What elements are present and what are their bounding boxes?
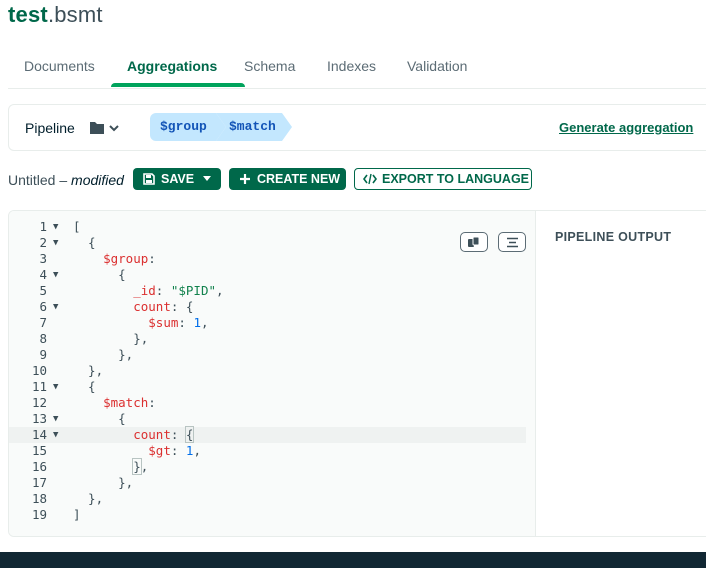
plus-icon xyxy=(240,174,250,184)
code-line: 7 $sum: 1, xyxy=(39,315,209,330)
namespace-database: test xyxy=(8,2,48,27)
tab-schema[interactable]: Schema xyxy=(244,58,295,87)
pipeline-text-editor[interactable]: 1 ▼[ 2 ▼ { 3 $group: 4 ▼ { 5 _id: "$PID", 6… xyxy=(9,211,536,536)
pipeline-label: Pipeline xyxy=(25,120,75,136)
status-footer xyxy=(0,552,706,568)
generate-aggregation-link[interactable]: Generate aggregation xyxy=(559,120,693,135)
code-line: 9 }, xyxy=(39,347,134,362)
namespace-collection: .bsmt xyxy=(47,2,103,27)
pipeline-name: Untitled – modified xyxy=(8,172,124,188)
code-line: 16 }, xyxy=(31,458,149,475)
code-line: 10 }, xyxy=(31,363,104,378)
code-line: 17 }, xyxy=(31,475,134,490)
tab-indexes[interactable]: Indexes xyxy=(327,58,376,87)
tab-documents[interactable]: Documents xyxy=(24,58,95,87)
pipeline-title: Untitled xyxy=(8,172,56,188)
code-icon xyxy=(363,173,377,185)
fold-arrow-icon[interactable]: ▼ xyxy=(53,379,63,395)
fold-arrow-icon[interactable]: ▼ xyxy=(53,267,63,283)
code-line: 3 $group: xyxy=(39,251,156,266)
collection-tabs: Documents Aggregations Schema Indexes Va… xyxy=(8,50,706,89)
open-saved-pipelines-button[interactable] xyxy=(89,119,121,137)
code-line: 6 ▼ count: { xyxy=(39,299,194,315)
save-label: SAVE xyxy=(161,172,195,186)
save-button[interactable]: SAVE xyxy=(133,168,221,190)
code-line: 8 }, xyxy=(39,331,149,346)
modified-status: modified xyxy=(71,172,124,188)
format-icon xyxy=(507,237,518,248)
create-new-label: CREATE NEW xyxy=(257,172,341,186)
code-line: 19] xyxy=(31,507,81,522)
code-line: 4 ▼ { xyxy=(39,267,126,283)
code-line: 12 $match: xyxy=(31,395,156,410)
fold-arrow-icon[interactable]: ▼ xyxy=(53,219,63,235)
stage-chip-match[interactable]: $match xyxy=(216,113,292,141)
stage-chip-group[interactable]: $group xyxy=(150,113,226,141)
code-line: 1 ▼[ xyxy=(39,219,81,235)
title-separator: – xyxy=(55,172,72,188)
export-label: EXPORT TO LANGUAGE xyxy=(382,172,530,186)
pipeline-output-title: PIPELINE OUTPUT xyxy=(555,230,672,244)
app-window: test.bsmt Documents Aggregations Schema … xyxy=(0,0,706,568)
create-new-button[interactable]: CREATE NEW xyxy=(229,168,346,190)
fold-arrow-icon[interactable]: ▼ xyxy=(53,427,63,443)
pipeline-editor-card: 1 ▼[ 2 ▼ { 3 $group: 4 ▼ { 5 _id: "$PID", 6… xyxy=(8,210,706,537)
code-line-active: 14 ▼ count: { xyxy=(9,426,526,443)
folder-icon xyxy=(90,122,119,134)
fold-arrow-icon[interactable]: ▼ xyxy=(53,299,63,315)
pipeline-toolbar: Untitled – modified SAVE CREATE NEW EXPO… xyxy=(8,168,706,192)
fold-arrow-icon[interactable]: ▼ xyxy=(53,411,63,427)
save-icon xyxy=(143,173,155,185)
code-line: 18 }, xyxy=(31,491,104,506)
pipeline-header: Pipeline $group $match Generate aggregat… xyxy=(8,104,706,151)
code-line: 2 ▼ { xyxy=(39,235,96,251)
namespace-title: test.bsmt xyxy=(8,2,103,28)
code-line: 11 ▼ { xyxy=(31,379,96,395)
export-to-language-button[interactable]: EXPORT TO LANGUAGE xyxy=(354,168,532,190)
code-line: 5 _id: "$PID", xyxy=(39,283,224,298)
code-line: 13 ▼ { xyxy=(31,411,126,427)
format-pipeline-button[interactable] xyxy=(498,232,526,252)
chevron-down-icon xyxy=(203,176,211,181)
copy-icon xyxy=(468,237,480,247)
tab-validation[interactable]: Validation xyxy=(407,58,467,87)
fold-arrow-icon[interactable]: ▼ xyxy=(53,235,63,251)
active-tab-indicator xyxy=(111,83,245,87)
code-line: 15 $gt: 1, xyxy=(31,443,201,458)
copy-pipeline-button[interactable] xyxy=(460,232,488,252)
